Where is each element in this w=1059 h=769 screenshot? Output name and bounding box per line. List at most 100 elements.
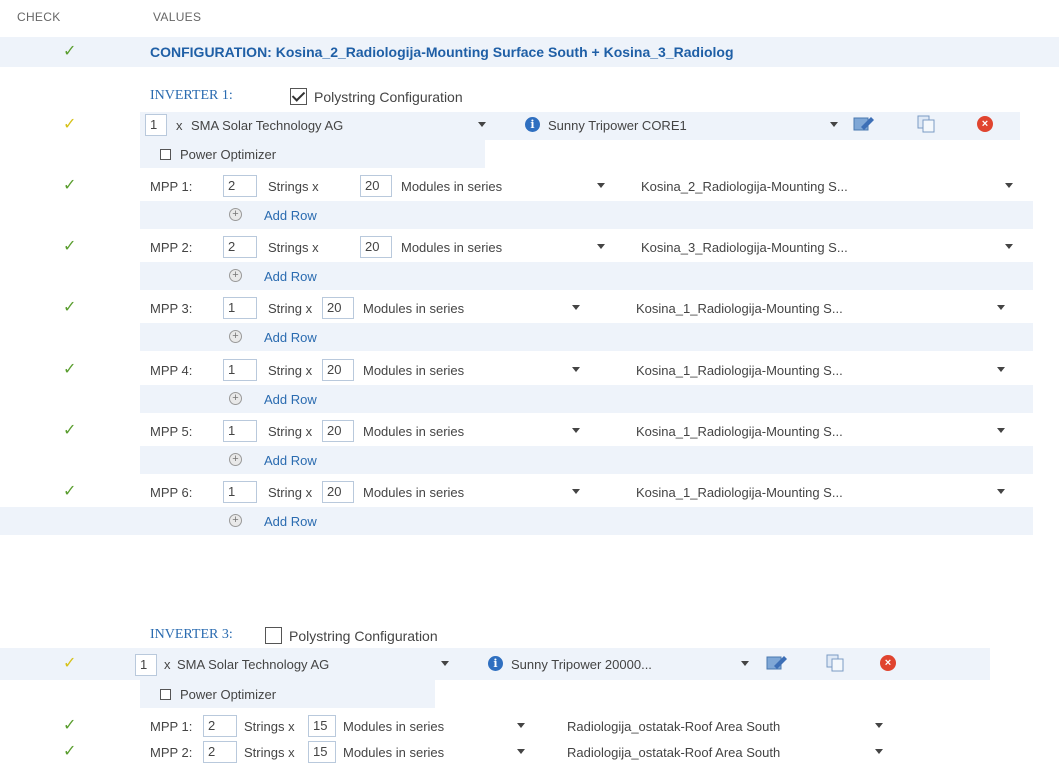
chevron-down-icon[interactable] [990,359,1012,379]
mpp-modules-unit-select[interactable]: Modules in series [363,363,464,378]
chevron-down-icon[interactable] [565,420,587,440]
chevron-down-icon[interactable] [434,653,456,673]
mpp-modules-unit-select[interactable]: Modules in series [343,719,444,734]
inverter-3-manufacturer-select[interactable]: SMA Solar Technology AG [177,657,329,672]
edit-icon[interactable] [766,654,788,672]
mpp-modules-input[interactable]: 15 [308,715,336,737]
mpp-modules-unit-select[interactable]: Modules in series [363,485,464,500]
add-row-link[interactable]: Add Row [264,208,317,223]
inverter-3-count-input[interactable]: 1 [135,654,157,676]
chevron-down-icon[interactable] [990,297,1012,317]
chevron-down-icon[interactable] [990,481,1012,501]
chevron-down-icon[interactable] [590,175,612,195]
inverter-1-power-optimizer-checkbox[interactable] [160,149,171,160]
mpp-modules-unit-select[interactable]: Modules in series [401,179,502,194]
copy-icon[interactable] [826,654,846,672]
check-icon: ✓ [63,717,77,734]
add-icon[interactable]: + [229,208,242,221]
mpp-modules-unit-select[interactable]: Modules in series [343,745,444,760]
mpp-strings-unit: String x [268,485,313,500]
chevron-down-icon[interactable] [590,236,612,256]
delete-icon[interactable]: × [880,655,896,671]
inverter-3-model-select[interactable]: Sunny Tripower 20000... [511,657,652,672]
mpp-surface-select[interactable]: Kosina_1_Radiologija-Mounting S... [636,424,843,439]
inverter-3-power-optimizer-checkbox[interactable] [160,689,171,700]
mpp-surface-select[interactable]: Kosina_1_Radiologija-Mounting S... [636,363,843,378]
mpp-strings-unit: Strings x [268,179,319,194]
mpp-label: MPP 2: [150,745,193,760]
warning-check-icon: ✓ [63,116,77,133]
mpp-strings-input[interactable]: 1 [223,420,257,442]
inverter-3-polystring-checkbox[interactable] [265,627,282,644]
mpp-modules-input[interactable]: 15 [308,741,336,763]
mpp-strings-input[interactable]: 2 [223,175,257,197]
mpp-modules-input[interactable]: 20 [322,297,354,319]
mpp-modules-input[interactable]: 20 [322,359,354,381]
mpp-modules-input[interactable]: 20 [322,420,354,442]
check-icon: ✓ [63,483,77,500]
inverter-1-count-input[interactable]: 1 [145,114,167,136]
mpp-modules-unit-select[interactable]: Modules in series [363,301,464,316]
mpp-modules-unit-select[interactable]: Modules in series [401,240,502,255]
add-icon[interactable]: + [229,514,242,527]
add-icon[interactable]: + [229,453,242,466]
chevron-down-icon[interactable] [868,741,890,761]
add-row-link[interactable]: Add Row [264,330,317,345]
mpp-strings-input[interactable]: 2 [223,236,257,258]
check-icon: ✓ [63,299,77,316]
mpp-strings-unit: Strings x [268,240,319,255]
mpp-modules-input[interactable]: 20 [360,236,392,258]
chevron-down-icon[interactable] [998,175,1020,195]
mpp-surface-select[interactable]: Kosina_1_Radiologija-Mounting S... [636,301,843,316]
mpp-label: MPP 1: [150,179,193,194]
delete-icon[interactable]: × [977,116,993,132]
add-icon[interactable]: + [229,269,242,282]
mpp-modules-input[interactable]: 20 [322,481,354,503]
copy-icon[interactable] [917,115,937,133]
chevron-down-icon[interactable] [565,297,587,317]
mpp-surface-select[interactable]: Radiologija_ostatak-Roof Area South [567,745,780,760]
chevron-down-icon[interactable] [823,114,845,134]
mpp-strings-input[interactable]: 1 [223,359,257,381]
inverter-1-polystring-label: Polystring Configuration [314,89,463,105]
chevron-down-icon[interactable] [734,653,756,673]
edit-icon[interactable] [853,115,875,133]
mpp-strings-input[interactable]: 1 [223,297,257,319]
mpp-surface-select[interactable]: Kosina_3_Radiologija-Mounting S... [641,240,848,255]
chevron-down-icon[interactable] [510,715,532,735]
mpp-label: MPP 1: [150,719,193,734]
add-row-link[interactable]: Add Row [264,514,317,529]
inverter-1-manufacturer-select[interactable]: SMA Solar Technology AG [191,118,343,133]
mpp-surface-select[interactable]: Kosina_2_Radiologija-Mounting S... [641,179,848,194]
check-icon: ✓ [63,177,77,194]
add-row-link[interactable]: Add Row [264,269,317,284]
mpp-modules-input[interactable]: 20 [360,175,392,197]
add-row-band [0,507,1033,535]
mpp-strings-unit: Strings x [244,719,295,734]
check-column-header: CHECK [17,10,61,24]
mpp-surface-select[interactable]: Kosina_1_Radiologija-Mounting S... [636,485,843,500]
mpp-strings-input[interactable]: 1 [223,481,257,503]
add-icon[interactable]: + [229,392,242,405]
inverter-3-label: INVERTER 3: [150,627,233,642]
chevron-down-icon[interactable] [565,359,587,379]
chevron-down-icon[interactable] [471,114,493,134]
chevron-down-icon[interactable] [868,715,890,735]
add-icon[interactable]: + [229,330,242,343]
add-row-link[interactable]: Add Row [264,453,317,468]
info-icon[interactable]: i [488,656,503,671]
inverter-1-model-select[interactable]: Sunny Tripower CORE1 [548,118,687,133]
add-row-link[interactable]: Add Row [264,392,317,407]
info-icon[interactable]: i [525,117,540,132]
mpp-surface-select[interactable]: Radiologija_ostatak-Roof Area South [567,719,780,734]
chevron-down-icon[interactable] [510,741,532,761]
chevron-down-icon[interactable] [998,236,1020,256]
chevron-down-icon[interactable] [565,481,587,501]
mpp-modules-unit-select[interactable]: Modules in series [363,424,464,439]
mpp-strings-input[interactable]: 2 [203,741,237,763]
inverter-1-polystring-checkbox[interactable] [290,88,307,105]
multiply-sign: x [176,118,183,133]
chevron-down-icon[interactable] [990,420,1012,440]
mpp-label: MPP 2: [150,240,193,255]
mpp-strings-input[interactable]: 2 [203,715,237,737]
